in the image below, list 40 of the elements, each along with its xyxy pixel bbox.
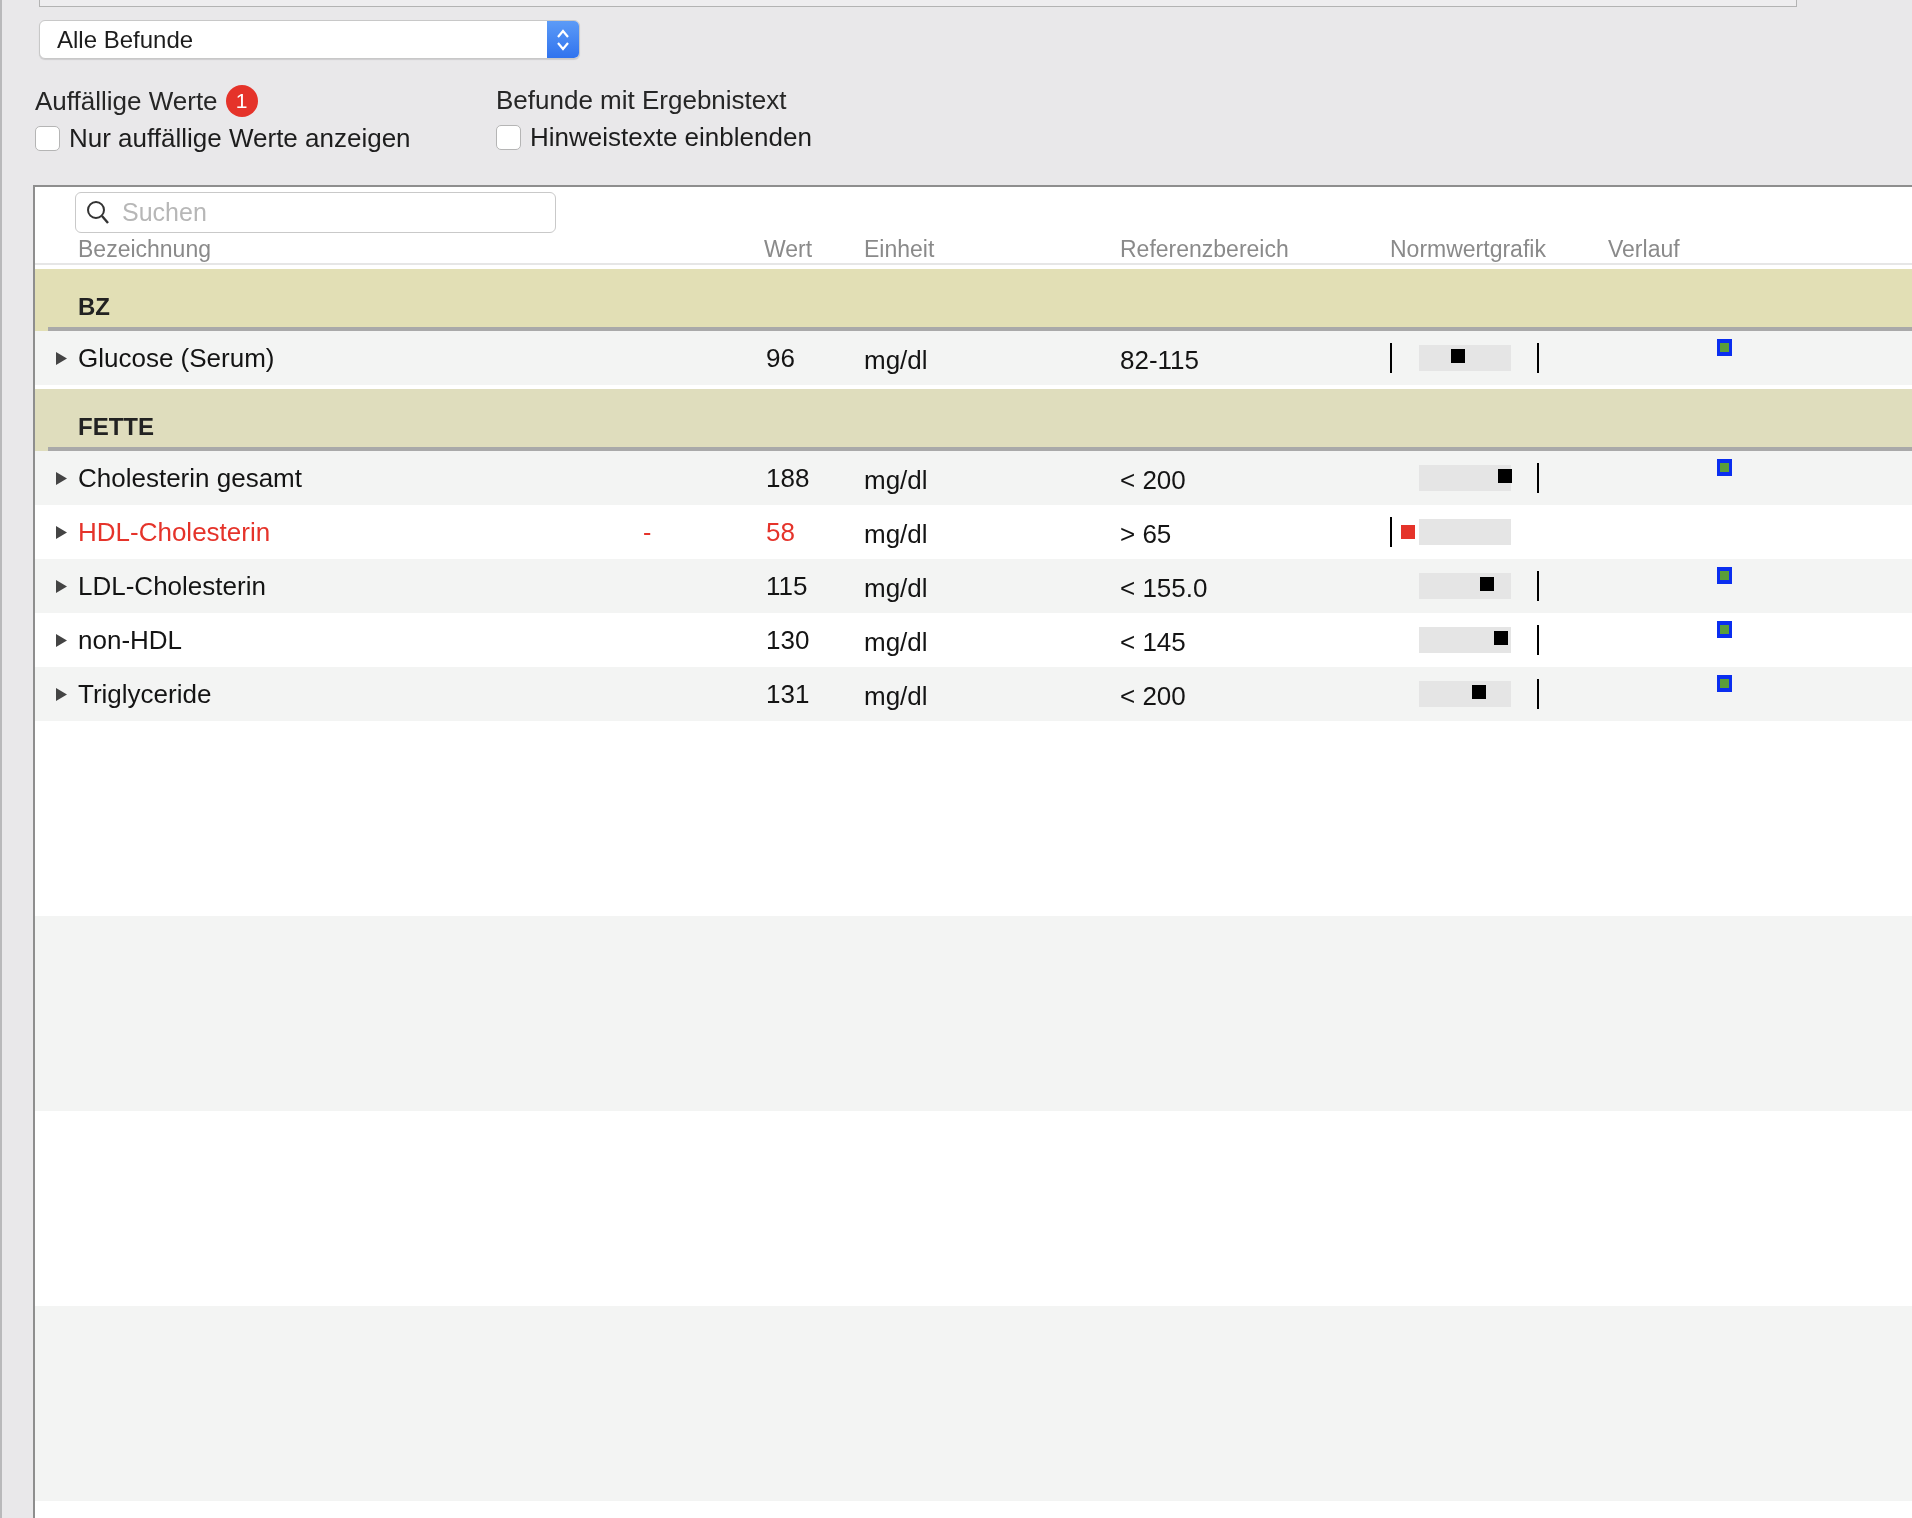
section-label: Befunde mit Ergebnistext (496, 85, 787, 116)
value-cell-text: 131 (765, 678, 811, 710)
reference-range: < 200 (1120, 679, 1187, 712)
table-row[interactable]: LDL-Cholesterin 115 mg/dl < 155.0 (35, 559, 1912, 613)
flag-mark: - (643, 517, 653, 547)
test-name: Triglyceride (78, 678, 213, 710)
unit-cell-text: mg/dl (864, 625, 929, 658)
count-badge: 1 (225, 85, 258, 117)
test-name: LDL-Cholesterin (78, 570, 267, 602)
reference-range: 82-115 (1120, 343, 1201, 376)
table-row[interactable]: Glucose (Serum) 96 mg/dl 82-115 (35, 331, 1912, 385)
unit-cell-text: mg/dl (864, 679, 929, 712)
test-name: Glucose (Serum) (78, 342, 276, 374)
value-cell-text: 96 (765, 342, 796, 374)
group-header: FETTE (35, 389, 1912, 451)
table-row[interactable]: Triglyceride 131 mg/dl < 200 (35, 667, 1912, 721)
test-name: Cholesterin gesamt (78, 462, 303, 494)
reference-range: < 145 (1120, 625, 1187, 658)
unit-cell-text: mg/dl (864, 343, 929, 376)
unit-cell-text: mg/dl (864, 571, 929, 604)
value-cell-text: 58 (765, 516, 796, 548)
checkbox-label[interactable]: Hinweistexte einblenden (530, 122, 812, 153)
value-cell-text: 130 (765, 624, 811, 656)
search-field[interactable]: Suchen (75, 192, 556, 233)
section-label: Auffällige Werte (35, 85, 218, 117)
value-cell-text: 115 (765, 570, 809, 602)
filter-dropdown[interactable]: Alle Befunde (39, 20, 580, 59)
table-row[interactable]: HDL-Cholesterin - 58 mg/dl > 65 (35, 505, 1912, 559)
unit-cell-text: mg/dl (864, 517, 929, 550)
value-cell-text: 188 (765, 462, 811, 494)
reference-range: > 65 (1120, 517, 1173, 550)
test-name: HDL-Cholesterin (78, 516, 272, 548)
test-name: non-HDL (78, 624, 184, 656)
unit-cell-text: mg/dl (864, 463, 929, 496)
table-row[interactable]: non-HDL 130 mg/dl < 145 (35, 613, 1912, 667)
checkbox-label[interactable]: Nur auffällige Werte anzeigen (69, 123, 411, 154)
group-header: BZ (35, 269, 1912, 331)
reference-range: < 155.0 (1120, 571, 1209, 604)
table-row[interactable]: Cholesterin gesamt 188 mg/dl < 200 (35, 451, 1912, 505)
reference-range: < 200 (1120, 463, 1187, 496)
